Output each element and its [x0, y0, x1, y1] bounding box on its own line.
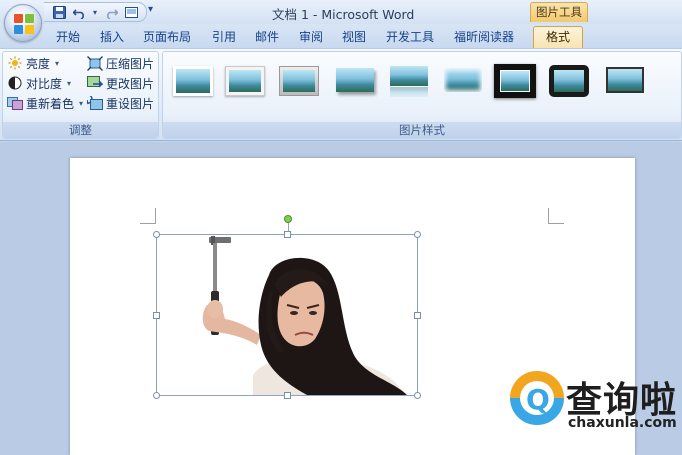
chevron-down-icon: ▾	[55, 58, 60, 68]
resize-handle-top[interactable]	[284, 231, 291, 238]
margin-corner-mark	[548, 208, 564, 224]
rotate-handle[interactable]	[284, 215, 292, 223]
picture-style-metal-frame[interactable]	[277, 64, 321, 98]
undo-dropdown-icon[interactable]: ▾	[92, 5, 98, 19]
picture-styles-group: 图片样式	[162, 51, 682, 139]
picture-style-thick-black-frame[interactable]	[493, 64, 537, 98]
picture-tools-context-title: 图片工具	[530, 2, 588, 22]
resize-handle-top-right[interactable]	[414, 231, 421, 238]
resize-handle-right[interactable]	[414, 312, 421, 319]
compress-pictures-label: 压缩图片	[106, 56, 155, 71]
office-button[interactable]	[4, 4, 42, 42]
margin-corner-mark	[140, 208, 156, 224]
recolor-button[interactable]: 重新着色 ▾	[7, 94, 83, 112]
brightness-button[interactable]: 亮度 ▾	[7, 54, 59, 72]
watermark-url: chaxunla.com	[568, 415, 677, 431]
tab-view[interactable]: 视图	[342, 28, 366, 46]
office-logo-icon	[14, 14, 34, 34]
recolor-label: 重新着色	[26, 96, 75, 111]
change-picture-label: 更改图片	[106, 76, 155, 91]
picture-style-reflected[interactable]	[387, 64, 431, 98]
tab-mailings[interactable]: 邮件	[255, 28, 279, 46]
print-preview-icon[interactable]	[124, 5, 138, 19]
compress-pictures-button[interactable]: 压缩图片	[87, 54, 154, 72]
brightness-icon	[7, 55, 23, 71]
resize-handle-left[interactable]	[153, 312, 160, 319]
picture-style-black-rounded-frame[interactable]	[547, 64, 591, 98]
tab-page-layout[interactable]: 页面布局	[143, 28, 191, 46]
change-picture-icon	[87, 75, 103, 91]
window-title: 文档 1 - Microsoft Word	[272, 7, 415, 22]
undo-icon[interactable]	[72, 5, 86, 19]
contrast-label: 对比度	[26, 76, 63, 91]
contrast-icon	[7, 75, 23, 91]
tab-developer[interactable]: 开发工具	[386, 28, 434, 46]
tab-format[interactable]: 格式	[533, 26, 584, 48]
reset-picture-button[interactable]: 重设图片	[87, 94, 154, 112]
customize-quick-access-icon[interactable]: ▾	[148, 4, 153, 15]
picture-style-simple-black[interactable]	[603, 64, 647, 98]
woman-with-hammer-image	[202, 236, 407, 395]
adjust-group-label: 调整	[3, 122, 158, 138]
resize-handle-bottom-left[interactable]	[153, 392, 160, 399]
picture-style-beveled-matte[interactable]	[223, 64, 267, 98]
brightness-label: 亮度	[26, 56, 51, 71]
picture-style-simple-frame-white[interactable]	[171, 64, 215, 98]
adjust-group: 亮度 ▾ 对比度 ▾ 重新着色 ▾ 压缩图片 更改图片 重设图片 调整	[2, 51, 159, 139]
tab-references[interactable]: 引用	[212, 28, 236, 46]
resize-handle-bottom[interactable]	[284, 392, 291, 399]
compress-icon	[87, 55, 103, 71]
contrast-button[interactable]: 对比度 ▾	[7, 74, 71, 92]
watermark: Q 查询啦 chaxunla.com	[506, 365, 682, 437]
watermark-q-glyph: Q	[526, 383, 550, 416]
chevron-down-icon: ▾	[79, 98, 84, 108]
picture-styles-group-label: 图片样式	[163, 122, 681, 138]
tab-review[interactable]: 审阅	[299, 28, 323, 46]
recolor-icon	[7, 95, 23, 111]
ribbon-tab-bar: 开始 插入 页面布局 引用 邮件 审阅 视图 开发工具 福昕阅读器 格式	[0, 24, 682, 48]
reset-picture-icon	[87, 95, 103, 111]
tab-insert[interactable]: 插入	[100, 28, 124, 46]
selected-picture[interactable]	[153, 215, 421, 399]
reset-picture-label: 重设图片	[106, 96, 155, 111]
resize-handle-bottom-right[interactable]	[414, 392, 421, 399]
chevron-down-icon: ▾	[67, 78, 72, 88]
change-picture-button[interactable]: 更改图片	[87, 74, 154, 92]
picture-style-soft-edge[interactable]	[441, 64, 485, 98]
save-icon[interactable]	[52, 5, 66, 19]
tab-foxit-reader[interactable]: 福昕阅读器	[454, 28, 514, 46]
picture-style-drop-shadow[interactable]	[333, 64, 377, 98]
resize-handle-top-left[interactable]	[153, 231, 160, 238]
redo-icon[interactable]	[104, 5, 118, 19]
quick-access-toolbar: ▾	[44, 2, 147, 22]
tab-home[interactable]: 开始	[56, 28, 80, 46]
ribbon: 亮度 ▾ 对比度 ▾ 重新着色 ▾ 压缩图片 更改图片 重设图片 调整 图片样式	[0, 48, 682, 141]
